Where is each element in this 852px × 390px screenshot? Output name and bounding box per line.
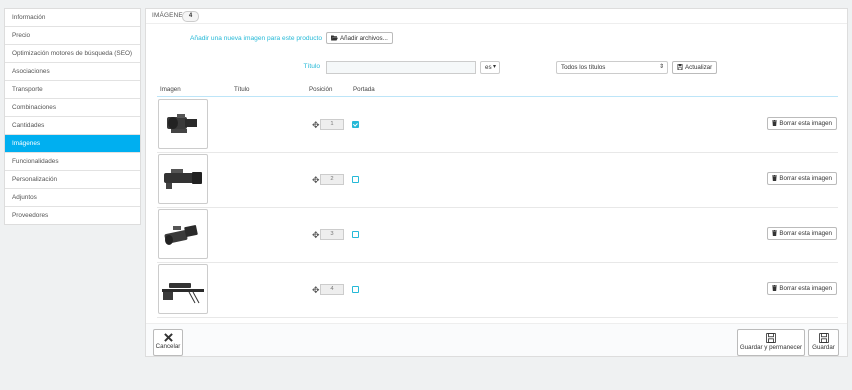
product-thumbnail[interactable] bbox=[158, 154, 208, 204]
delete-image-button[interactable]: Borrar esta imagen bbox=[767, 227, 837, 240]
caret-down-icon: ▾ bbox=[492, 64, 496, 70]
sidebar-item-seo[interactable]: Optimización motores de búsqueda (SEO) bbox=[5, 45, 140, 63]
col-header-image: Imagen bbox=[160, 86, 181, 93]
add-files-label: Añadir archivos... bbox=[340, 35, 388, 42]
table-row: ✥ 4 Borrar esta imagen bbox=[157, 263, 838, 318]
night-vision-scope-image bbox=[164, 225, 198, 245]
product-thumbnail[interactable] bbox=[158, 209, 208, 259]
delete-image-label: Borrar esta imagen bbox=[779, 230, 832, 237]
trash-icon bbox=[772, 120, 778, 126]
delete-image-label: Borrar esta imagen bbox=[779, 285, 832, 292]
product-tabs-sidebar: Información Precio Optimización motores … bbox=[4, 8, 141, 225]
delete-image-label: Borrar esta imagen bbox=[779, 120, 832, 127]
language-select[interactable]: es ▾ bbox=[480, 61, 500, 74]
sidebar-item-informacion[interactable]: Información bbox=[5, 9, 140, 27]
sidebar-item-personalizacion[interactable]: Personalización bbox=[5, 171, 140, 189]
drag-handle-icon[interactable]: ✥ bbox=[312, 175, 320, 186]
delete-image-button[interactable]: Borrar esta imagen bbox=[767, 282, 837, 295]
save-and-stay-label: Guardar y permanecer bbox=[739, 344, 803, 351]
cover-checkbox[interactable] bbox=[352, 176, 359, 183]
sidebar-item-combinaciones[interactable]: Combinaciones bbox=[5, 99, 140, 117]
cancel-button[interactable]: Cancelar bbox=[153, 329, 183, 356]
col-header-title: Título bbox=[234, 86, 250, 93]
cover-checkbox[interactable] bbox=[352, 286, 359, 293]
table-row: ✥ 3 Borrar esta imagen bbox=[157, 208, 838, 263]
product-thumbnail[interactable] bbox=[158, 99, 208, 149]
col-header-position: Posición bbox=[309, 86, 333, 93]
cover-checkbox[interactable] bbox=[352, 121, 359, 128]
title-label: Título bbox=[303, 63, 321, 70]
floppy-disk-icon bbox=[677, 64, 683, 70]
sidebar-item-precio[interactable]: Precio bbox=[5, 27, 140, 45]
rifle-with-scope-image bbox=[162, 283, 204, 304]
all-titles-select[interactable]: Todos los títulos ⇕ bbox=[556, 61, 668, 74]
delete-image-button[interactable]: Borrar esta imagen bbox=[767, 172, 837, 185]
position-field: 3 bbox=[320, 229, 344, 240]
sidebar-item-adjuntos[interactable]: Adjuntos bbox=[5, 189, 140, 207]
trash-icon bbox=[772, 285, 778, 291]
position-field: 1 bbox=[320, 119, 344, 130]
col-header-cover: Portada bbox=[353, 86, 375, 93]
save-button[interactable]: Guardar bbox=[808, 329, 839, 356]
panel-footer: Cancelar Guardar y permanecer Guardar bbox=[146, 323, 847, 356]
language-value: es bbox=[485, 64, 492, 71]
table-row: ✥ 2 Borrar esta imagen bbox=[157, 153, 838, 208]
product-thumbnail[interactable] bbox=[158, 264, 208, 314]
drag-handle-icon[interactable]: ✥ bbox=[312, 120, 320, 131]
update-label: Actualizar bbox=[685, 64, 713, 71]
floppy-disk-icon bbox=[818, 333, 829, 343]
position-field: 4 bbox=[320, 284, 344, 295]
drag-handle-icon[interactable]: ✥ bbox=[312, 285, 320, 296]
sort-icon: ⇕ bbox=[658, 64, 664, 70]
images-panel: IMÁGENES 4 Añadir una nueva imagen para … bbox=[145, 8, 848, 357]
save-and-stay-button[interactable]: Guardar y permanecer bbox=[737, 329, 805, 356]
add-image-label: Añadir una nueva imagen para este produc… bbox=[190, 35, 322, 42]
add-files-button[interactable]: Añadir archivos... bbox=[326, 32, 393, 44]
drag-handle-icon[interactable]: ✥ bbox=[312, 230, 320, 241]
trash-icon bbox=[772, 175, 778, 181]
sidebar-item-funcionalidades[interactable]: Funcionalidades bbox=[5, 153, 140, 171]
all-titles-value: Todos los títulos bbox=[561, 64, 606, 71]
cover-checkbox[interactable] bbox=[352, 231, 359, 238]
sidebar-item-proveedores[interactable]: Proveedores bbox=[5, 207, 140, 224]
night-vision-scope-image bbox=[167, 114, 197, 133]
cancel-label: Cancelar bbox=[155, 343, 181, 350]
night-vision-scope-image bbox=[164, 169, 202, 189]
image-count-badge: 4 bbox=[182, 11, 199, 22]
panel-header: IMÁGENES 4 bbox=[146, 9, 847, 24]
trash-icon bbox=[772, 230, 778, 236]
save-label: Guardar bbox=[812, 344, 835, 351]
delete-image-label: Borrar esta imagen bbox=[779, 175, 832, 182]
sidebar-item-cantidades[interactable]: Cantidades bbox=[5, 117, 140, 135]
delete-image-button[interactable]: Borrar esta imagen bbox=[767, 117, 837, 130]
close-icon bbox=[163, 333, 173, 342]
sidebar-item-transporte[interactable]: Transporte bbox=[5, 81, 140, 99]
table-header-divider bbox=[157, 96, 838, 97]
table-row: ✥ 1 Borrar esta imagen bbox=[157, 98, 838, 153]
title-input[interactable] bbox=[326, 61, 476, 74]
update-button[interactable]: Actualizar bbox=[672, 61, 718, 74]
folder-open-icon bbox=[331, 35, 338, 41]
position-field: 2 bbox=[320, 174, 344, 185]
floppy-disk-icon bbox=[766, 333, 776, 343]
sidebar-item-asociaciones[interactable]: Asociaciones bbox=[5, 63, 140, 81]
sidebar-item-imagenes[interactable]: Imágenes bbox=[5, 135, 140, 153]
